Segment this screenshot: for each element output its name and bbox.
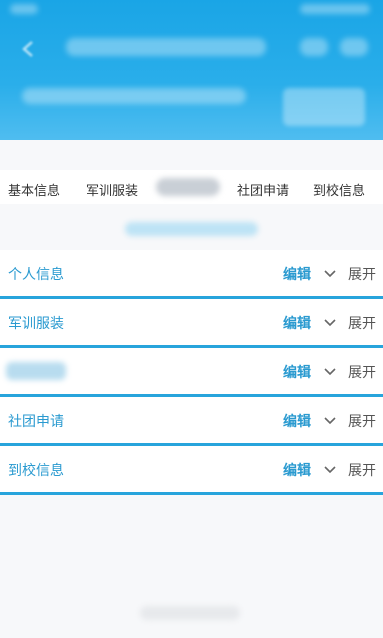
header-menu-obscured[interactable] [340, 38, 368, 56]
section-title-obscured [6, 362, 66, 380]
status-icons-obscured [300, 4, 370, 14]
section-title: 社团申请 [8, 414, 64, 430]
section-title: 个人信息 [8, 267, 64, 283]
expand-button[interactable]: 展开 [348, 460, 376, 480]
header-subtitle-obscured [22, 88, 246, 104]
back-arrow-icon[interactable] [18, 38, 40, 60]
section-title: 到校信息 [8, 463, 64, 479]
school-logo [283, 88, 365, 126]
chevron-down-icon[interactable] [324, 270, 336, 278]
header-title-obscured [66, 38, 266, 56]
bottom-button-obscured[interactable] [140, 606, 240, 620]
app-header [0, 0, 383, 140]
tab-arrival-info[interactable]: 到校信息 [313, 180, 365, 199]
edit-button[interactable]: 编辑 [283, 411, 311, 431]
section-row-personal-info[interactable]: 个人信息 编辑 展开 [0, 250, 383, 299]
section-row-military-uniform[interactable]: 军训服装 编辑 展开 [0, 299, 383, 348]
expand-button[interactable]: 展开 [348, 411, 376, 431]
tab-basic-info[interactable]: 基本信息 [8, 180, 60, 199]
section-title: 军训服装 [8, 316, 64, 332]
tab-club-application[interactable]: 社团申请 [237, 180, 289, 199]
edit-button[interactable]: 编辑 [283, 362, 311, 382]
section-row-obscured[interactable]: 编辑 展开 [0, 348, 383, 397]
expand-button[interactable]: 展开 [348, 362, 376, 382]
chevron-down-icon[interactable] [324, 417, 336, 425]
edit-button[interactable]: 编辑 [283, 460, 311, 480]
chevron-down-icon[interactable] [324, 368, 336, 376]
tab-military-uniform[interactable]: 军训服装 [86, 180, 138, 199]
header-action-obscured[interactable] [300, 38, 328, 56]
edit-button[interactable]: 编辑 [283, 313, 311, 333]
chevron-down-icon[interactable] [324, 319, 336, 327]
section-row-arrival-info[interactable]: 到校信息 编辑 展开 [0, 446, 383, 495]
section-row-club-application[interactable]: 社团申请 编辑 展开 [0, 397, 383, 446]
expand-button[interactable]: 展开 [348, 264, 376, 284]
expand-button[interactable]: 展开 [348, 313, 376, 333]
tab-obscured[interactable] [156, 178, 220, 196]
status-bar [0, 0, 383, 22]
edit-button[interactable]: 编辑 [283, 264, 311, 284]
chevron-down-icon[interactable] [324, 466, 336, 474]
status-time-obscured [10, 4, 38, 14]
notice-obscured [125, 222, 258, 236]
